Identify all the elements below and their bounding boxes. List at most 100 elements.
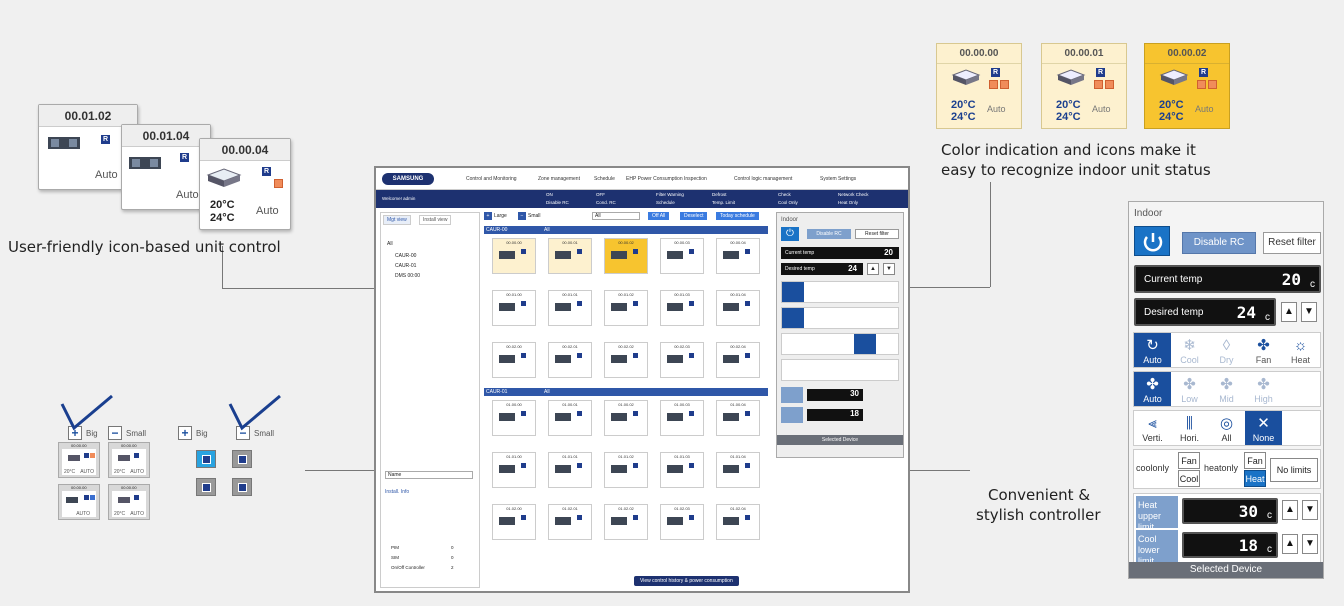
off-all-button[interactable]: Off All: [648, 212, 670, 220]
temp-down-arrow-icon[interactable]: ▼: [1301, 302, 1317, 322]
tree-item[interactable]: All: [387, 241, 393, 247]
nav-item[interactable]: EHP Power Consumption Inspection: [626, 176, 707, 182]
unit-cell[interactable]: 01.00.02: [604, 400, 648, 436]
nav-item[interactable]: Schedule: [594, 176, 615, 182]
temp-up-arrow-icon[interactable]: ▲: [1281, 302, 1297, 322]
unit-cell[interactable]: 00.00.01: [548, 238, 592, 274]
reset-filter-button[interactable]: Reset filter: [1263, 232, 1321, 254]
disable-rc-button[interactable]: Disable RC: [807, 229, 851, 239]
nav-item[interactable]: Zone management: [538, 176, 580, 182]
unit-cell[interactable]: 00.00.00: [492, 238, 536, 274]
fan-low-button[interactable]: ✤ Low: [1171, 372, 1208, 406]
fan-auto-icon[interactable]: [782, 308, 804, 328]
unit-cell[interactable]: 01.02.01: [548, 504, 592, 540]
nav-item[interactable]: Control and Monitoring: [466, 176, 517, 182]
unit-cell[interactable]: 00.02.03: [660, 342, 704, 378]
tree-item[interactable]: DMS 00:00: [395, 273, 420, 279]
unit-cell[interactable]: 01.00.01: [548, 400, 592, 436]
mini-unit-card[interactable]: 20°C AUTO 00.00.00: [108, 484, 150, 520]
limit-cool-button[interactable]: Cool: [1178, 470, 1200, 487]
heat-up-arrow-icon[interactable]: ▲: [1282, 500, 1298, 520]
status-card[interactable]: 00.00.00 R 20°C 24°C Auto: [936, 43, 1022, 129]
minus-icon[interactable]: −: [518, 212, 526, 220]
heat-down-arrow-icon[interactable]: ▼: [1302, 500, 1318, 520]
unit-cell[interactable]: 00.01.04: [716, 290, 760, 326]
unit-card[interactable]: 00.00.04 R 20°C 24°C Auto: [199, 138, 291, 230]
view-history-button[interactable]: View control history & power consumption: [634, 576, 739, 586]
unit-cell[interactable]: 01.00.03: [660, 400, 704, 436]
mode-fan-button[interactable]: ✤ Fan: [1245, 333, 1282, 367]
mini-unit-card[interactable]: 20°C AUTO 00.00.00: [108, 442, 150, 478]
mini-unit-card[interactable]: 20°C AUTO 00.00.00: [58, 442, 100, 478]
unit-card[interactable]: 00.01.04 R Auto: [121, 124, 211, 210]
unit-cell[interactable]: 01.00.00: [492, 400, 536, 436]
filter-select[interactable]: All: [592, 212, 640, 220]
unit-cell[interactable]: 01.01.01: [548, 452, 592, 488]
cool-up-arrow-icon[interactable]: ▲: [1282, 534, 1298, 554]
group-header[interactable]: CAUR-00 All: [484, 226, 768, 234]
disable-rc-button[interactable]: Disable RC: [1182, 232, 1256, 254]
mode-cool-button[interactable]: ❄ Cool: [1171, 333, 1208, 367]
unit-cell[interactable]: 00.02.04: [716, 342, 760, 378]
swing-none-icon[interactable]: [854, 334, 876, 354]
tab-install-view[interactable]: Install view: [419, 215, 452, 225]
unit-cell[interactable]: 00.01.02: [604, 290, 648, 326]
unit-cell[interactable]: 01.01.00: [492, 452, 536, 488]
swing-all-button[interactable]: ◎ All: [1208, 411, 1245, 445]
name-select[interactable]: Name: [385, 471, 473, 479]
unit-cell[interactable]: 00.00.04: [716, 238, 760, 274]
unit-cell[interactable]: 00.00.02: [604, 238, 648, 274]
auto-mode-icon[interactable]: [782, 282, 804, 302]
status-card[interactable]: 00.00.01 R 20°C 24°C Auto: [1041, 43, 1127, 129]
unit-cell[interactable]: 00.00.03: [660, 238, 704, 274]
unit-cell[interactable]: 01.01.02: [604, 452, 648, 488]
unit-cell[interactable]: 01.02.04: [716, 504, 760, 540]
cool-down-arrow-icon[interactable]: ▼: [1302, 534, 1318, 554]
tiny-unit[interactable]: [232, 478, 252, 496]
power-icon[interactable]: ⏻: [781, 227, 799, 241]
unit-cell[interactable]: 01.02.03: [660, 504, 704, 540]
swing-horizontal-button[interactable]: ⫼ Hori.: [1171, 411, 1208, 445]
mode-heat-button[interactable]: ☼ Heat: [1282, 333, 1319, 367]
unit-cell[interactable]: 00.02.00: [492, 342, 536, 378]
unit-cell[interactable]: 01.01.03: [660, 452, 704, 488]
mode-dry-button[interactable]: ◊ Dry: [1208, 333, 1245, 367]
limit-fan-button[interactable]: Fan: [1178, 452, 1200, 469]
tiny-unit-selected[interactable]: [196, 450, 216, 468]
deselect-button[interactable]: Deselect: [680, 212, 708, 220]
mini-unit-card[interactable]: AUTO 00.00.00: [58, 484, 100, 520]
nav-item[interactable]: Control logic management: [734, 176, 792, 182]
status-card-selected[interactable]: 00.00.02 R 20°C 24°C Auto: [1144, 43, 1230, 129]
unit-cell[interactable]: 01.01.04: [716, 452, 760, 488]
install-info-tab[interactable]: Install. Info: [385, 489, 409, 495]
unit-cell[interactable]: 00.01.01: [548, 290, 592, 326]
unit-cell[interactable]: 00.02.02: [604, 342, 648, 378]
unit-cell[interactable]: 00.01.03: [660, 290, 704, 326]
plus-icon[interactable]: +: [178, 426, 192, 440]
limit-heat-button[interactable]: Heat: [1244, 470, 1266, 487]
unit-cell[interactable]: 01.02.02: [604, 504, 648, 540]
down-arrow-icon[interactable]: ▼: [883, 263, 895, 275]
no-limits-button[interactable]: No limits: [1270, 458, 1318, 482]
mode-auto-button[interactable]: ↻ Auto: [1134, 333, 1171, 367]
nav-item[interactable]: System Settings: [820, 176, 856, 182]
fan-auto-button[interactable]: ✤ Auto: [1134, 372, 1171, 406]
limit-fan-button[interactable]: Fan: [1244, 452, 1266, 469]
plus-icon[interactable]: +: [484, 212, 492, 220]
tree-item[interactable]: CAUR-01: [395, 263, 416, 269]
unit-cell[interactable]: 01.00.04: [716, 400, 760, 436]
unit-cell[interactable]: 00.02.01: [548, 342, 592, 378]
group-header[interactable]: CAUR-01 All: [484, 388, 768, 396]
unit-cell[interactable]: 01.02.00: [492, 504, 536, 540]
tree-item[interactable]: CAUR-00: [395, 253, 416, 259]
fan-high-button[interactable]: ✤ High: [1245, 372, 1282, 406]
tiny-unit[interactable]: [232, 450, 252, 468]
unit-cell[interactable]: 00.01.00: [492, 290, 536, 326]
up-arrow-icon[interactable]: ▲: [867, 263, 879, 275]
swing-vertical-button[interactable]: ⫷ Verti.: [1134, 411, 1171, 445]
tiny-unit[interactable]: [196, 478, 216, 496]
reset-filter-button[interactable]: Reset filter: [855, 229, 899, 239]
tab-mgt-view[interactable]: Mgt view: [383, 215, 411, 225]
today-schedule-button[interactable]: Today schedule: [716, 212, 759, 220]
fan-mid-button[interactable]: ✤ Mid: [1208, 372, 1245, 406]
